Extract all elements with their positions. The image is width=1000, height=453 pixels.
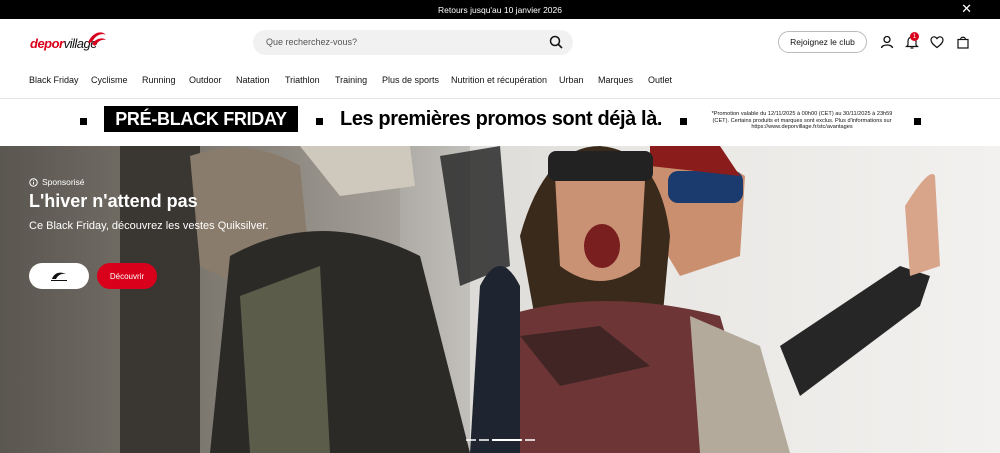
nav-item-plus-de-sports[interactable]: Plus de sports: [382, 75, 439, 85]
hero-banner[interactable]: Sponsorisé L'hiver n'attend pas Ce Black…: [0, 146, 1000, 453]
nav-item-urban[interactable]: Urban: [559, 75, 584, 85]
hero-subtitle: Ce Black Friday, découvrez les vestes Qu…: [29, 220, 269, 232]
sponsored-label: Sponsorisé: [29, 177, 85, 187]
sponsored-text: Sponsorisé: [42, 177, 85, 187]
search-bar[interactable]: Que recherchez-vous?: [253, 30, 573, 55]
nav-item-triathlon[interactable]: Triathlon: [285, 75, 320, 85]
main-nav: Black Friday Cyclisme Running Outdoor Na…: [0, 70, 1000, 92]
announcement-bar: Retours jusqu'au 10 janvier 2026 ✕: [0, 0, 1000, 19]
nav-item-training[interactable]: Training: [335, 75, 367, 85]
nav-item-natation[interactable]: Natation: [236, 75, 270, 85]
notification-badge: 1: [910, 32, 919, 41]
carousel-dot[interactable]: [466, 439, 476, 441]
logo[interactable]: deporvillage: [30, 31, 108, 53]
heart-icon[interactable]: [930, 35, 944, 49]
carousel-dot[interactable]: [525, 439, 535, 441]
nav-item-running[interactable]: Running: [142, 75, 176, 85]
carousel-dot-active[interactable]: [492, 439, 522, 441]
nav-item-cyclisme[interactable]: Cyclisme: [91, 75, 128, 85]
nav-item-marques[interactable]: Marques: [598, 75, 633, 85]
carousel-dot[interactable]: [479, 439, 489, 441]
square-bullet-icon: [914, 118, 921, 125]
logo-part1: depor: [30, 36, 64, 51]
nav-item-outdoor[interactable]: Outdoor: [189, 75, 222, 85]
announcement-text: Retours jusqu'au 10 janvier 2026: [437, 4, 562, 15]
join-club-button[interactable]: Rejoignez le club: [778, 31, 867, 53]
nav-item-outlet[interactable]: Outlet: [648, 75, 672, 85]
square-bullet-icon: [316, 118, 323, 125]
quiksilver-brand-button[interactable]: [29, 263, 89, 289]
search-icon[interactable]: [549, 35, 563, 49]
hero-title: L'hiver n'attend pas: [29, 191, 198, 211]
carousel-indicators: [466, 439, 535, 442]
site-header: deporvillage Que recherchez-vous? Rejoig…: [0, 19, 1000, 65]
quiksilver-logo-icon: [51, 272, 67, 281]
promo-fine-print: *Promotion valable du 12/11/2025 à 00h00…: [711, 111, 893, 131]
nav-item-black-friday[interactable]: Black Friday: [29, 75, 79, 85]
square-bullet-icon: [80, 118, 87, 125]
search-input[interactable]: Que recherchez-vous?: [266, 37, 357, 47]
info-icon: [29, 177, 38, 187]
logo-swoosh-icon: [88, 32, 106, 46]
square-bullet-icon: [680, 118, 687, 125]
close-icon[interactable]: ✕: [961, 2, 972, 16]
promo-label: PRÉ-BLACK FRIDAY: [104, 106, 298, 132]
promo-headline: Les premières promos sont déjà là.: [340, 108, 663, 130]
nav-item-nutrition[interactable]: Nutrition et récupération: [451, 75, 547, 85]
bag-icon[interactable]: [956, 35, 970, 49]
user-icon[interactable]: [880, 35, 894, 49]
discover-button[interactable]: Découvrir: [97, 263, 157, 289]
promo-banner[interactable]: PRÉ-BLACK FRIDAY Les premières promos so…: [0, 98, 1000, 146]
